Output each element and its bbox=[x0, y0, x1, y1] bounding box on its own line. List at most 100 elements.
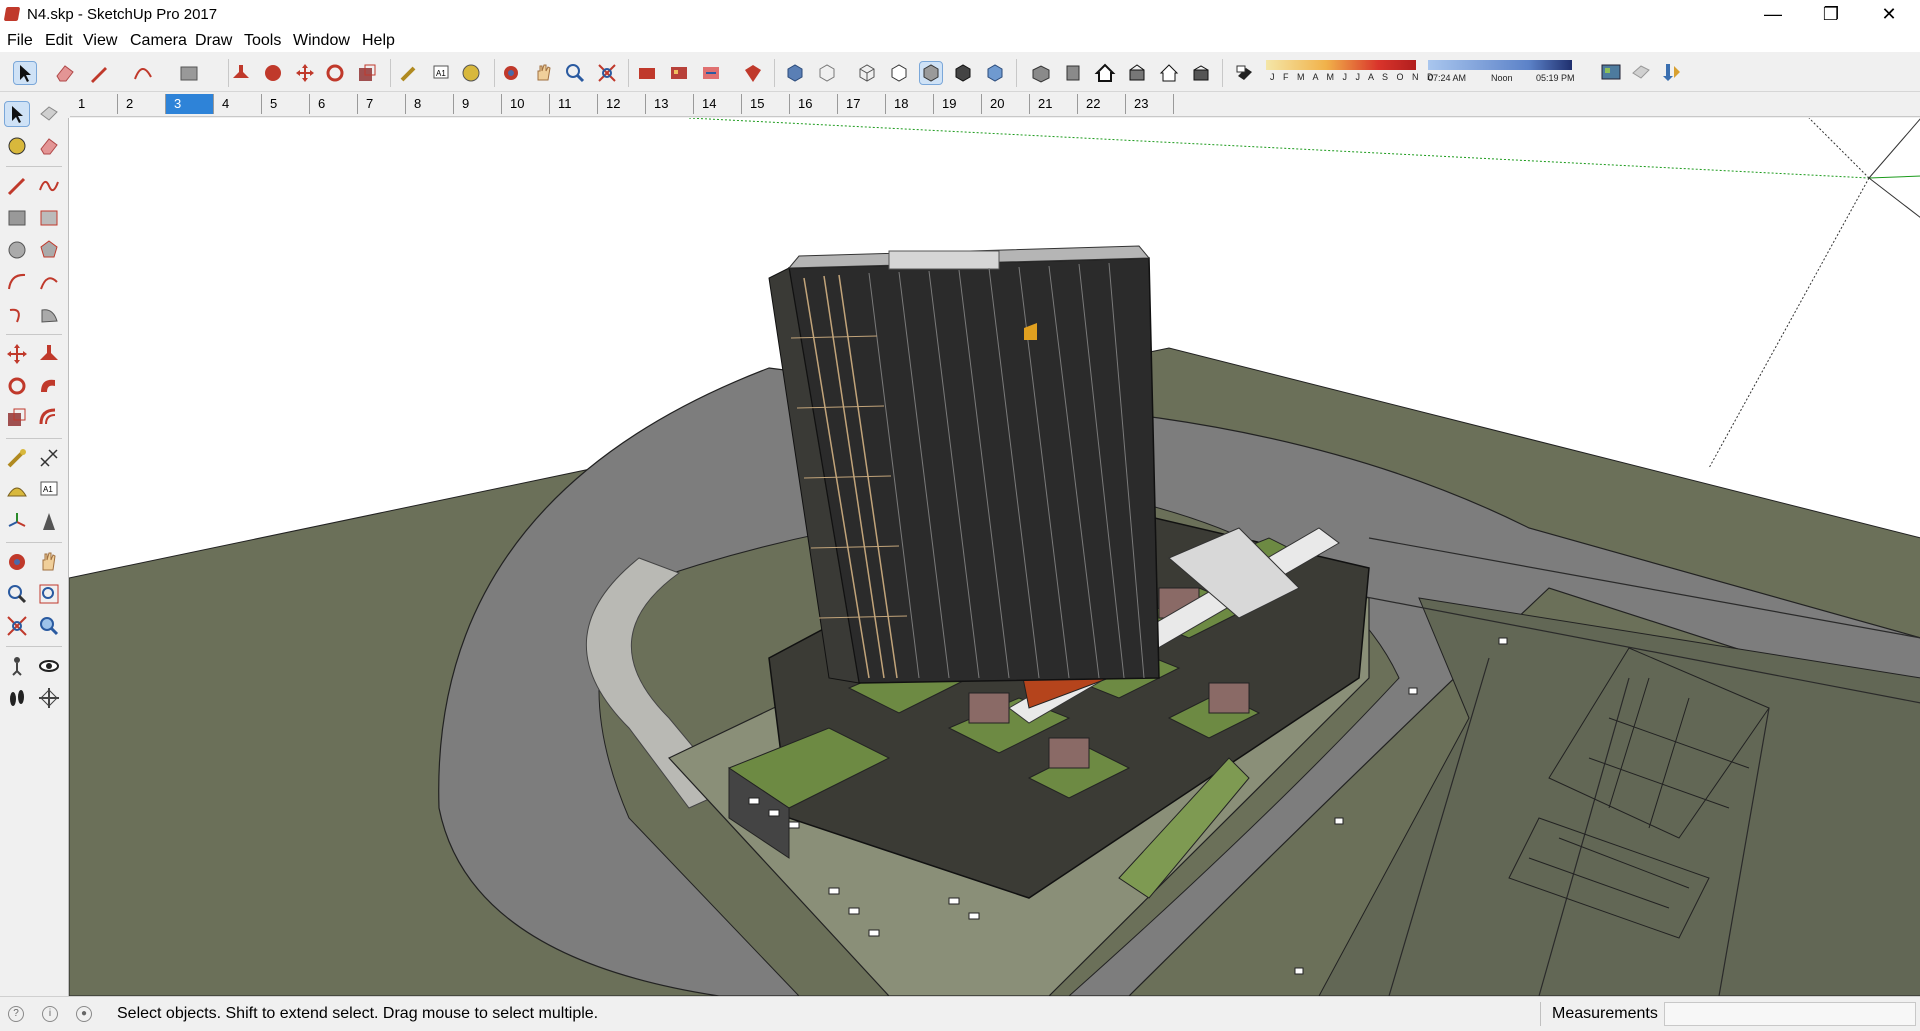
follow-me-tool-icon[interactable] bbox=[37, 374, 61, 398]
scene-tab-19[interactable]: 19 bbox=[934, 94, 982, 114]
scene-tab-16[interactable]: 16 bbox=[790, 94, 838, 114]
xray-style-icon[interactable] bbox=[784, 62, 806, 84]
scene-tab-18[interactable]: 18 bbox=[886, 94, 934, 114]
paint-bucket-tool-icon[interactable] bbox=[460, 62, 482, 84]
select-tool-icon[interactable] bbox=[4, 101, 30, 127]
arc-tool-icon[interactable] bbox=[132, 62, 154, 84]
menu-window[interactable]: Window bbox=[293, 32, 350, 50]
zoom-extents-tool-icon[interactable] bbox=[5, 614, 29, 638]
eraser-tool-icon[interactable] bbox=[54, 62, 76, 84]
send-to-layout-icon[interactable] bbox=[700, 62, 722, 84]
restore-button[interactable]: ❐ bbox=[1802, 0, 1860, 30]
menu-file[interactable]: File bbox=[7, 32, 33, 50]
shaded-textures-style-icon[interactable] bbox=[952, 62, 974, 84]
extension-warehouse-icon[interactable] bbox=[668, 62, 690, 84]
scene-tab-1[interactable]: 1 bbox=[70, 94, 118, 114]
scene-tab-3[interactable]: 3 bbox=[166, 94, 214, 114]
orbit-tool-icon[interactable] bbox=[5, 550, 29, 574]
scene-tab-8[interactable]: 8 bbox=[406, 94, 454, 114]
paint-bucket-tool-icon[interactable] bbox=[5, 134, 29, 158]
menu-view[interactable]: View bbox=[83, 32, 117, 50]
shaded-style-icon[interactable] bbox=[919, 61, 943, 85]
scene-tab-14[interactable]: 14 bbox=[694, 94, 742, 114]
rectangle-tool-icon[interactable] bbox=[5, 206, 29, 230]
scene-tab-13[interactable]: 13 bbox=[646, 94, 694, 114]
scene-tab-6[interactable]: 6 bbox=[310, 94, 358, 114]
scene-tab-4[interactable]: 4 bbox=[214, 94, 262, 114]
scene-tab-17[interactable]: 17 bbox=[838, 94, 886, 114]
eraser-tool-icon[interactable] bbox=[37, 134, 61, 158]
scene-tab-20[interactable]: 20 bbox=[982, 94, 1030, 114]
text-tool-icon[interactable]: A1 bbox=[37, 478, 61, 502]
scene-tab-22[interactable]: 22 bbox=[1078, 94, 1126, 114]
scale-tool-icon[interactable] bbox=[356, 62, 378, 84]
make-component-tool-icon[interactable] bbox=[37, 102, 61, 126]
hidden-line-style-icon[interactable] bbox=[888, 62, 910, 84]
menu-draw[interactable]: Draw bbox=[195, 32, 232, 50]
polygon-tool-icon[interactable] bbox=[37, 238, 61, 262]
look-around-tool-icon[interactable] bbox=[37, 654, 61, 678]
menu-help[interactable]: Help bbox=[362, 32, 395, 50]
front-view-icon[interactable] bbox=[1094, 62, 1116, 84]
close-button[interactable]: ✕ bbox=[1860, 0, 1918, 30]
measurements-input[interactable] bbox=[1664, 1002, 1916, 1026]
tape-measure-tool-icon[interactable] bbox=[398, 62, 420, 84]
select-tool-icon[interactable] bbox=[13, 61, 37, 85]
scene-tab-11[interactable]: 11 bbox=[550, 94, 598, 114]
previous-view-tool-icon[interactable] bbox=[37, 614, 61, 638]
section-plane-tool-icon[interactable] bbox=[37, 686, 61, 710]
line-tool-icon[interactable] bbox=[5, 174, 29, 198]
zoom-extents-tool-icon[interactable] bbox=[596, 62, 618, 84]
minimize-button[interactable]: — bbox=[1744, 0, 1802, 30]
wireframe-style-icon[interactable] bbox=[856, 62, 878, 84]
three-point-arc-tool-icon[interactable] bbox=[5, 302, 29, 326]
scene-tab-9[interactable]: 9 bbox=[454, 94, 502, 114]
add-location-icon[interactable] bbox=[1630, 61, 1652, 83]
scale-tool-icon[interactable] bbox=[5, 406, 29, 430]
shadow-time-slider[interactable] bbox=[1428, 60, 1572, 70]
push-pull-tool-icon[interactable] bbox=[37, 342, 61, 366]
menu-edit[interactable]: Edit bbox=[45, 32, 73, 50]
two-point-arc-tool-icon[interactable] bbox=[37, 270, 61, 294]
freehand-tool-icon[interactable] bbox=[37, 174, 61, 198]
3d-text-tool-icon[interactable] bbox=[37, 510, 61, 534]
protractor-tool-icon[interactable] bbox=[5, 478, 29, 502]
credits-info-icon[interactable]: i bbox=[42, 1006, 58, 1022]
user-account-icon[interactable]: ● bbox=[76, 1006, 92, 1022]
3d-warehouse-icon[interactable] bbox=[636, 62, 658, 84]
scene-tab-5[interactable]: 5 bbox=[262, 94, 310, 114]
extension-manager-icon[interactable] bbox=[742, 62, 764, 84]
menu-tools[interactable]: Tools bbox=[244, 32, 281, 50]
rectangle-tool-icon[interactable] bbox=[178, 62, 200, 84]
model-viewport[interactable] bbox=[68, 118, 1920, 996]
top-view-icon[interactable] bbox=[1062, 62, 1084, 84]
scene-tab-2[interactable]: 2 bbox=[118, 94, 166, 114]
back-view-icon[interactable] bbox=[1158, 62, 1180, 84]
pan-tool-icon[interactable] bbox=[532, 62, 554, 84]
zoom-tool-icon[interactable] bbox=[564, 62, 586, 84]
rotate-tool-icon[interactable] bbox=[5, 374, 29, 398]
zoom-window-tool-icon[interactable] bbox=[37, 582, 61, 606]
back-edges-style-icon[interactable] bbox=[816, 62, 838, 84]
zoom-tool-icon[interactable] bbox=[5, 582, 29, 606]
offset-tool-icon[interactable] bbox=[37, 406, 61, 430]
rotate-tool-icon[interactable] bbox=[324, 62, 346, 84]
show-terrain-icon[interactable] bbox=[1660, 61, 1682, 83]
right-view-icon[interactable] bbox=[1126, 62, 1148, 84]
scene-tab-21[interactable]: 21 bbox=[1030, 94, 1078, 114]
tape-measure-tool-icon[interactable] bbox=[5, 446, 29, 470]
shadow-date-slider[interactable] bbox=[1266, 60, 1416, 70]
left-view-icon[interactable] bbox=[1190, 62, 1212, 84]
walk-tool-icon[interactable] bbox=[5, 686, 29, 710]
orbit-tool-icon[interactable] bbox=[500, 62, 522, 84]
move-tool-icon[interactable] bbox=[5, 342, 29, 366]
text-tool-icon[interactable]: A1 bbox=[430, 62, 452, 84]
scene-tab-23[interactable]: 23 bbox=[1126, 94, 1174, 114]
dimension-tool-icon[interactable] bbox=[37, 446, 61, 470]
geo-location-icon[interactable] bbox=[1600, 61, 1622, 83]
circle-tool-icon[interactable] bbox=[5, 238, 29, 262]
scene-tab-15[interactable]: 15 bbox=[742, 94, 790, 114]
scene-tab-12[interactable]: 12 bbox=[598, 94, 646, 114]
scene-tab-7[interactable]: 7 bbox=[358, 94, 406, 114]
push-pull-tool-icon[interactable] bbox=[230, 62, 252, 84]
